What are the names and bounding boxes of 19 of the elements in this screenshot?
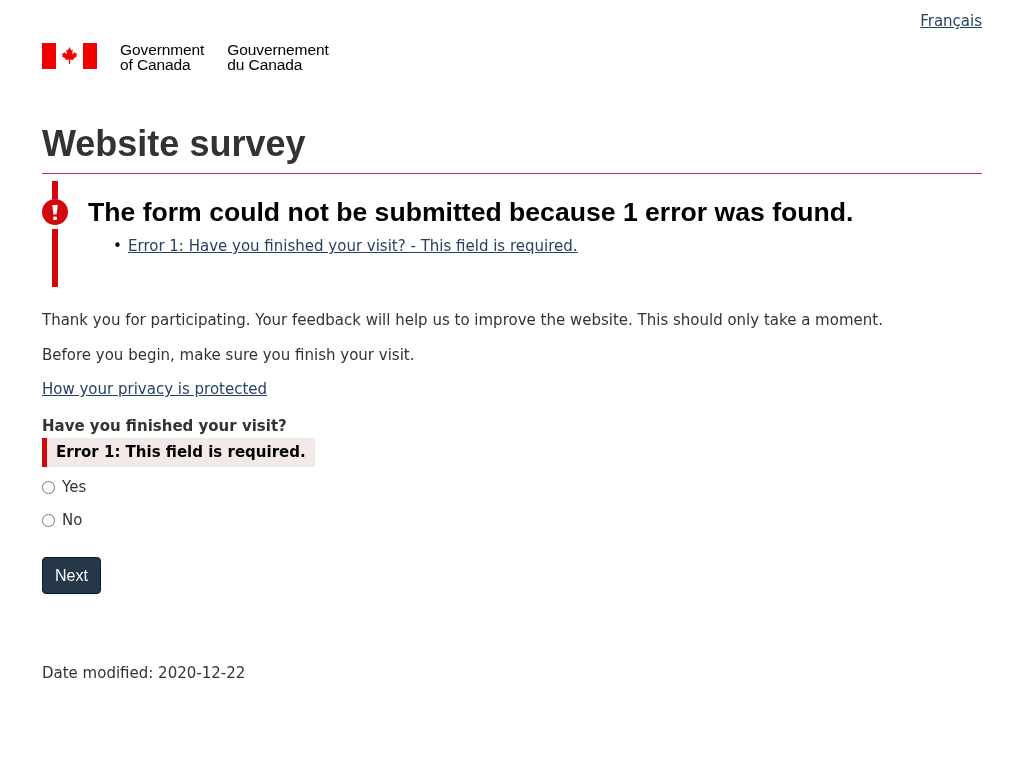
radio-button[interactable] — [42, 514, 55, 527]
error-link[interactable]: Error 1: Have you finished your visit? - This field is required. — [128, 235, 578, 257]
privacy-link[interactable]: How your privacy is protected — [42, 380, 268, 398]
radio-button[interactable] — [42, 481, 55, 494]
intro-text: Before you begin, make sure you finish your visit. — [42, 345, 415, 366]
flag-icon — [42, 43, 97, 69]
option-label[interactable]: No — [62, 509, 83, 532]
page-title: Website survey — [42, 122, 982, 174]
next-button[interactable]: Next — [42, 557, 101, 594]
intro-text: Thank you for participating. Your feedback will help us to improve the website. This should only take a moment. — [42, 310, 883, 331]
date-modified: Date modified: 2020-12-22 — [42, 663, 246, 684]
error-message: Error 1: This field is required. — [42, 438, 315, 467]
question-label: Have you finished your visit? — [42, 416, 287, 437]
language-link[interactable]: Français — [920, 10, 982, 32]
error-summary-heading: The form could not be submitted because 1 error was found. — [88, 196, 854, 229]
signature-french: Gouvernement du Canada — [227, 42, 329, 72]
option-label[interactable]: Yes — [62, 476, 87, 499]
signature-english: Government of Canada — [120, 42, 205, 72]
list-bullet: • — [113, 236, 120, 257]
